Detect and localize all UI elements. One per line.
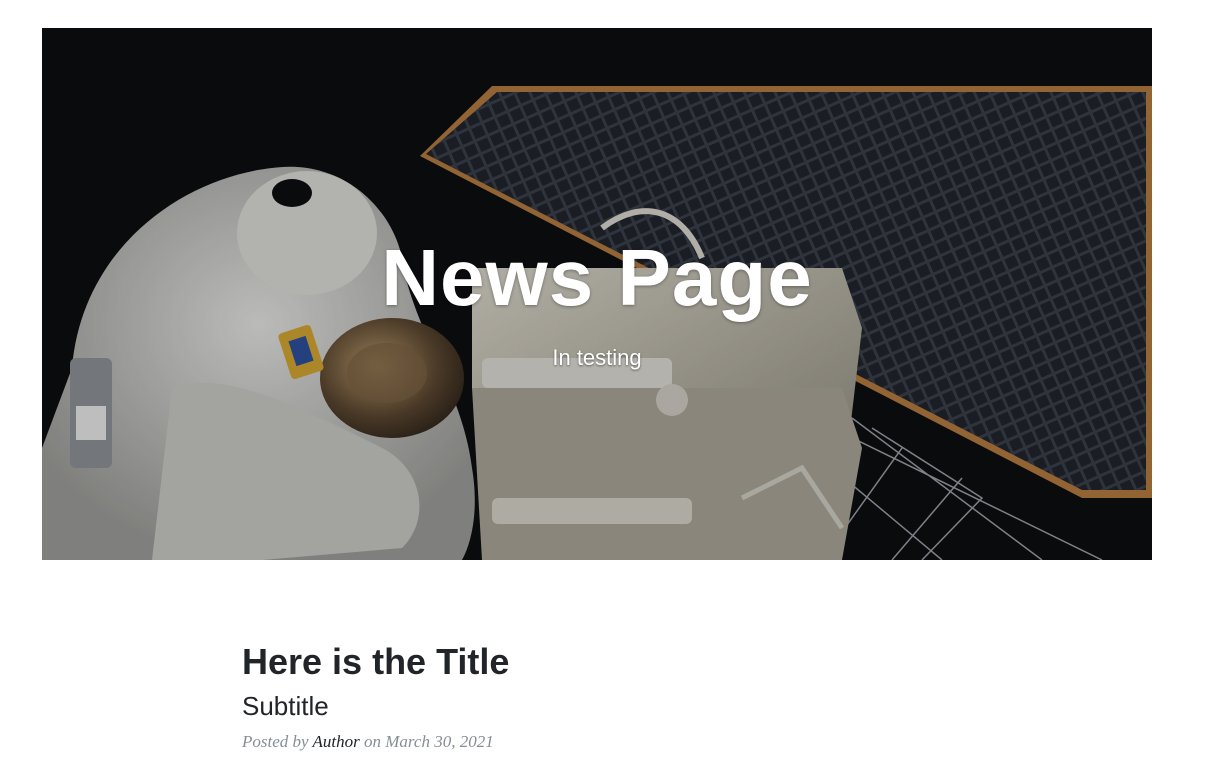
masthead: News Page In testing	[42, 28, 1152, 560]
post-subtitle: Subtitle	[242, 691, 329, 721]
site-subtitle: In testing	[552, 345, 642, 370]
post-meta: Posted by Author on March 30, 2021	[242, 732, 962, 752]
post-title-link[interactable]: Here is the Title	[242, 640, 962, 684]
site-title: News Page	[381, 233, 813, 322]
site-heading: News Page In testing	[42, 233, 1152, 371]
post-meta-prefix: Posted by	[242, 732, 309, 751]
post-meta-on: on	[364, 732, 382, 751]
post-date: March 30, 2021	[385, 732, 494, 751]
post-author-link[interactable]: Author	[313, 732, 360, 751]
post-preview: Here is the Title Subtitle Posted by Aut…	[242, 640, 962, 769]
